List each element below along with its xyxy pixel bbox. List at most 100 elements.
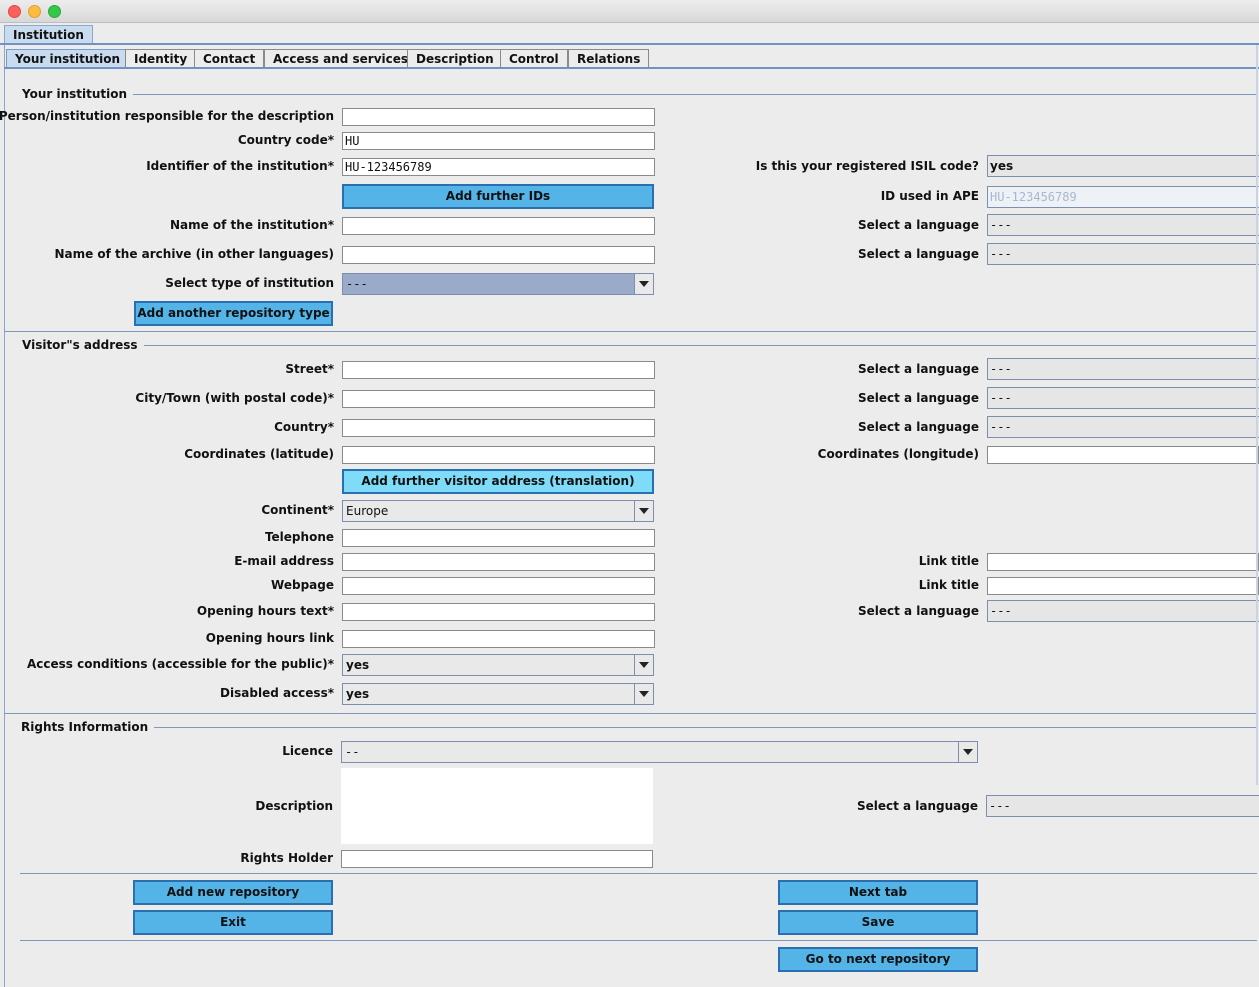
tab-your-institution[interactable]: Your institution — [6, 49, 130, 68]
tab-control[interactable]: Control — [500, 49, 568, 68]
country-language-select[interactable]: --- — [987, 416, 1259, 438]
responsible-input[interactable] — [342, 108, 655, 126]
description-textarea[interactable] — [341, 768, 653, 844]
email-input[interactable] — [342, 553, 655, 571]
access-conditions-value: yes — [346, 658, 370, 672]
continent-label: Continent* — [261, 503, 334, 517]
street-language-select[interactable]: --- — [987, 358, 1259, 380]
longitude-input[interactable] — [987, 446, 1259, 464]
street-input[interactable] — [342, 361, 655, 379]
telephone-label: Telephone — [264, 530, 334, 544]
institution-type-select[interactable]: --- — [342, 273, 654, 295]
city-input[interactable] — [342, 390, 655, 408]
webpage-label: Webpage — [271, 578, 334, 592]
latitude-input[interactable] — [342, 446, 655, 464]
identifier-label: Identifier of the institution* — [146, 159, 334, 173]
tab-contact[interactable]: Contact — [194, 49, 265, 68]
exit-button[interactable]: Exit — [133, 910, 333, 935]
hours-language-label: Select a language — [857, 604, 979, 618]
institution-type-label: Select type of institution — [165, 276, 334, 290]
section-title-rights: Rights Information — [21, 720, 155, 734]
tab-institution[interactable]: Institution — [4, 25, 93, 44]
tab-access-and-services[interactable]: Access and services — [264, 49, 418, 68]
opening-hours-text-label: Opening hours text* — [196, 604, 334, 618]
country-language-label: Select a language — [857, 420, 979, 434]
disabled-access-value: yes — [346, 687, 370, 701]
email-link-title-input[interactable] — [987, 553, 1259, 571]
chevron-down-icon[interactable] — [634, 274, 653, 294]
section-separator — [4, 331, 1257, 332]
close-window-button[interactable] — [8, 5, 21, 18]
add-visitor-address-button[interactable]: Add further visitor address (translation… — [342, 469, 654, 494]
chevron-down-icon[interactable] — [958, 742, 977, 762]
responsible-label: Person/institution responsible for the d… — [0, 109, 334, 123]
access-conditions-select[interactable]: yes — [342, 654, 654, 676]
section-divider — [130, 345, 1257, 346]
city-language-select[interactable]: --- — [987, 387, 1259, 409]
opening-hours-link-label: Opening hours link — [205, 631, 334, 645]
institution-name-label: Name of the institution* — [169, 218, 334, 232]
disabled-access-select[interactable]: yes — [342, 683, 654, 705]
tab-underline — [4, 67, 1259, 69]
description-language-label: Select a language — [856, 799, 978, 813]
email-link-title-label: Link title — [918, 554, 979, 568]
name-language-select[interactable]: --- — [987, 214, 1259, 236]
longitude-label: Coordinates (longitude) — [817, 447, 979, 461]
licence-label: Licence — [282, 744, 333, 758]
opening-hours-text-input[interactable] — [342, 603, 655, 621]
archive-language-select[interactable]: --- — [987, 243, 1259, 265]
opening-hours-link-input[interactable] — [342, 630, 655, 648]
access-conditions-label: Access conditions (accessible for the pu… — [26, 657, 334, 671]
window-titlebar — [0, 0, 1259, 23]
tab-relations[interactable]: Relations — [568, 49, 650, 68]
save-button[interactable]: Save — [778, 910, 978, 935]
archive-name-input[interactable] — [342, 246, 655, 264]
chevron-down-icon[interactable] — [634, 501, 653, 521]
section-title-institution: Your institution — [22, 87, 134, 101]
chevron-down-icon[interactable] — [634, 684, 653, 704]
licence-value: -- — [345, 745, 360, 759]
add-new-repository-button[interactable]: Add new repository — [133, 880, 333, 905]
country-code-label: Country code* — [237, 133, 334, 147]
rights-holder-input[interactable] — [341, 850, 653, 868]
hours-language-select[interactable]: --- — [987, 600, 1259, 622]
add-further-ids-button[interactable]: Add further IDs — [342, 184, 654, 209]
chevron-down-icon[interactable] — [634, 655, 653, 675]
bottom-separator — [20, 940, 1257, 941]
add-repository-type-button[interactable]: Add another repository type — [134, 301, 333, 326]
disabled-access-label: Disabled access* — [220, 686, 334, 700]
identifier-input[interactable]: HU-123456789 — [342, 158, 655, 176]
rights-holder-label: Rights Holder — [240, 851, 333, 865]
tab-identity[interactable]: Identity — [125, 49, 197, 68]
isil-label: Is this your registered ISIL code? — [755, 159, 979, 173]
telephone-input[interactable] — [342, 529, 655, 547]
city-label: City/Town (with postal code)* — [135, 391, 334, 405]
bottom-separator — [20, 873, 1257, 874]
webpage-link-title-input[interactable] — [987, 577, 1259, 595]
section-title-visitor-address: Visitor"s address — [22, 338, 144, 352]
right-border — [1256, 45, 1258, 785]
continent-value: Europe — [346, 504, 389, 518]
section-separator — [4, 713, 1257, 714]
street-label: Street* — [285, 362, 334, 376]
webpage-input[interactable] — [342, 577, 655, 595]
country-code-input[interactable]: HU — [342, 132, 655, 150]
tab-description[interactable]: Description — [407, 49, 503, 68]
institution-type-value: --- — [346, 277, 368, 291]
name-language-label: Select a language — [857, 218, 979, 232]
country-input[interactable] — [342, 419, 655, 437]
licence-select[interactable]: -- — [341, 741, 978, 763]
archive-name-label: Name of the archive (in other languages) — [54, 247, 334, 261]
continent-select[interactable]: Europe — [342, 500, 654, 522]
institution-name-input[interactable] — [342, 217, 655, 235]
section-divider — [125, 94, 1257, 95]
email-label: E-mail address — [234, 554, 334, 568]
id-ape-field: HU-123456789 — [987, 186, 1259, 208]
go-to-next-repository-button[interactable]: Go to next repository — [778, 947, 978, 972]
next-tab-button[interactable]: Next tab — [778, 880, 978, 905]
minimize-window-button[interactable] — [28, 5, 41, 18]
isil-field[interactable]: yes — [987, 155, 1259, 177]
description-language-select[interactable]: --- — [986, 795, 1259, 817]
zoom-window-button[interactable] — [48, 5, 61, 18]
street-language-label: Select a language — [857, 362, 979, 376]
